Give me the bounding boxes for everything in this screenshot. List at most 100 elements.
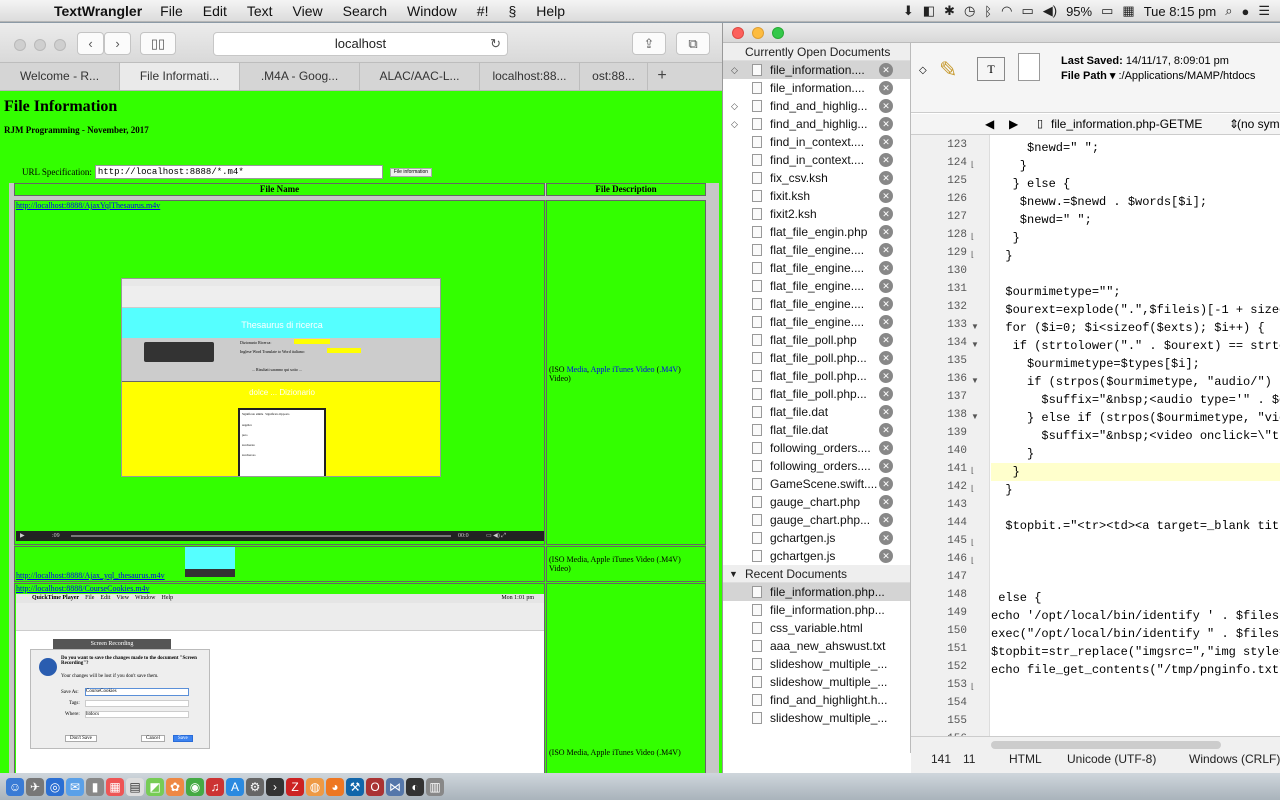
notes-icon[interactable]: ▤ xyxy=(126,777,144,796)
play-icon[interactable]: ▶ xyxy=(20,531,25,541)
menu-view[interactable]: View xyxy=(283,3,333,19)
reload-icon[interactable]: ↻ xyxy=(490,33,501,55)
maps-icon[interactable]: ◩ xyxy=(146,777,164,796)
open-document-item[interactable]: gauge_chart.php ✕ xyxy=(723,493,910,511)
open-document-item[interactable]: ◇ find_and_highlig... ✕ xyxy=(723,97,910,115)
tw-zoom-button[interactable] xyxy=(772,27,784,39)
desc-link-video[interactable]: Video xyxy=(635,365,654,374)
close-document-icon[interactable]: ✕ xyxy=(879,153,893,167)
code-line[interactable]: for ($i=0; $i<sizeof($exts); $i++) { xyxy=(991,319,1264,337)
photos-icon[interactable]: ✿ xyxy=(166,777,184,796)
video-controls-1[interactable]: ▶ :09 00:0 ▭ ◀) ⤢ xyxy=(16,531,544,541)
code-line[interactable]: } xyxy=(991,481,1012,499)
open-document-item[interactable]: flat_file_engine.... ✕ xyxy=(723,241,910,259)
open-document-item[interactable]: ◇ find_and_highlig... ✕ xyxy=(723,115,910,133)
status-column[interactable]: 11 xyxy=(963,752,975,766)
itunes-icon[interactable]: ♫ xyxy=(206,777,224,796)
system-preferences-icon[interactable]: ⚙ xyxy=(246,777,264,796)
text-options-icon[interactable]: T xyxy=(977,57,1005,81)
fold-toggle-icon[interactable]: ▼ xyxy=(971,340,979,349)
recent-documents-header[interactable]: ▼ Recent Documents xyxy=(723,565,910,583)
open-document-item[interactable]: flat_file_engine.... ✕ xyxy=(723,277,910,295)
code-line[interactable]: exec("/opt/local/bin/identify " . $files… xyxy=(991,625,1280,643)
zoom-window-button[interactable] xyxy=(54,39,66,51)
tab-alac[interactable]: ALAC/AAC-L... xyxy=(360,63,480,90)
open-documents-header[interactable]: Currently Open Documents xyxy=(723,43,910,61)
battery-icon[interactable]: ▭ xyxy=(1101,3,1113,19)
firefox-icon[interactable]: ◕ xyxy=(326,777,344,796)
open-document-item[interactable]: following_orders.... ✕ xyxy=(723,457,910,475)
wifi-icon[interactable]: ◠ xyxy=(1001,3,1012,19)
desc-link-itunes[interactable]: iTunes xyxy=(612,365,634,374)
recent-document-item[interactable]: find_and_highlight.h... xyxy=(723,691,910,709)
video-thumbnail-thesaurus[interactable]: Thesaurus di ricerca Dizionario Ricerca:… xyxy=(121,278,441,477)
code-line[interactable]: $ourext=explode(".",$fileis)[-1 + sizeof xyxy=(991,301,1280,319)
close-document-icon[interactable]: ✕ xyxy=(879,135,893,149)
close-document-icon[interactable]: ✕ xyxy=(879,423,893,437)
disclosure-triangle-icon[interactable]: ▼ xyxy=(729,565,738,583)
recent-document-item[interactable]: file_information.php... xyxy=(723,583,910,601)
tab-welcome[interactable]: Welcome - R... xyxy=(0,63,120,90)
volume-icon[interactable]: ◀) xyxy=(1043,3,1057,19)
code-line[interactable]: $neww.=$newd . $words[$i]; xyxy=(991,193,1207,211)
flag-icon[interactable]: ▦ xyxy=(1122,3,1134,19)
tab-localhost-2[interactable]: ost:88... xyxy=(580,63,648,90)
file-link[interactable]: http://localhost:8888/CourseCookies.m4v xyxy=(16,584,150,593)
desc-link-apple[interactable]: Apple xyxy=(591,365,611,374)
open-document-item[interactable]: flat_file_poll.php... ✕ xyxy=(723,385,910,403)
open-document-item[interactable]: gchartgen.js ✕ xyxy=(723,547,910,565)
menu-edit[interactable]: Edit xyxy=(193,3,237,19)
open-document-item[interactable]: fix_csv.ksh ✕ xyxy=(723,169,910,187)
app-store-icon[interactable]: A xyxy=(226,777,244,796)
chrome-icon[interactable]: ◍ xyxy=(306,777,324,796)
open-document-item[interactable]: gchartgen.js ✕ xyxy=(723,529,910,547)
menu-help[interactable]: Help xyxy=(526,3,575,19)
tab-localhost-1[interactable]: localhost:88... xyxy=(480,63,580,90)
menu-text[interactable]: Text xyxy=(237,3,283,19)
recent-document-item[interactable]: aaa_new_ahswust.txt xyxy=(723,637,910,655)
open-document-item[interactable]: flat_file.dat ✕ xyxy=(723,421,910,439)
open-document-item[interactable]: flat_file_poll.php... ✕ xyxy=(723,367,910,385)
fold-toggle-icon[interactable]: ▼ xyxy=(971,322,979,331)
close-document-icon[interactable]: ✕ xyxy=(879,81,893,95)
disclosure-diamond-icon[interactable]: ◇ xyxy=(919,65,927,76)
close-document-icon[interactable]: ✕ xyxy=(879,441,893,455)
menu-scripts-icon[interactable]: § xyxy=(498,3,526,19)
fold-toggle-icon[interactable]: ⌊ xyxy=(971,232,974,241)
close-document-icon[interactable]: ✕ xyxy=(879,225,893,239)
tab-m4a-google[interactable]: .M4A - Goog... xyxy=(240,63,360,90)
open-document-item[interactable]: following_orders.... ✕ xyxy=(723,439,910,457)
menu-search[interactable]: Search xyxy=(333,3,397,19)
fold-toggle-icon[interactable]: ▼ xyxy=(971,412,979,421)
back-icon[interactable]: ‹ xyxy=(77,32,104,55)
menu-window[interactable]: Window xyxy=(397,3,467,19)
fold-toggle-icon[interactable]: ⌊ xyxy=(971,484,974,493)
menu-shebang[interactable]: #! xyxy=(467,3,499,19)
code-line[interactable]: if (strpos($ourmimetype, "audio/") != xyxy=(991,373,1280,391)
close-document-icon[interactable]: ✕ xyxy=(879,351,893,365)
open-document-item[interactable]: flat_file_engine.... ✕ xyxy=(723,259,910,277)
status-encoding[interactable]: Unicode (UTF-8) xyxy=(1067,752,1156,766)
open-document-item[interactable]: find_in_context.... ✕ xyxy=(723,151,910,169)
tab-file-information[interactable]: File Informati... xyxy=(120,63,240,90)
close-document-icon[interactable]: ✕ xyxy=(879,315,893,329)
fold-toggle-icon[interactable]: ⌊ xyxy=(971,160,974,169)
open-document-item[interactable]: fixit.ksh ✕ xyxy=(723,187,910,205)
code-line[interactable]: } else { xyxy=(991,175,1071,193)
code-line[interactable]: $newd=" "; xyxy=(991,211,1092,229)
next-arrow-icon[interactable]: ▶ xyxy=(1009,114,1018,134)
file-path-label[interactable]: File Path ▾ xyxy=(1061,70,1115,82)
close-document-icon[interactable]: ✕ xyxy=(879,207,893,221)
open-document-item[interactable]: find_in_context.... ✕ xyxy=(723,133,910,151)
document-selector[interactable]: file_information.php-GETME xyxy=(1051,114,1202,134)
status-line-endings[interactable]: Windows (CRLF) xyxy=(1189,752,1280,766)
safari-icon[interactable]: ◎ xyxy=(46,777,64,796)
code-line[interactable]: } xyxy=(991,445,1034,463)
trash-icon[interactable]: ▥ xyxy=(426,777,444,796)
xcode-icon[interactable]: ⚒ xyxy=(346,777,364,796)
show-tabs-icon[interactable]: ⧉ xyxy=(676,32,710,55)
terminal-icon[interactable]: › xyxy=(266,777,284,796)
open-document-item[interactable]: flat_file_engin.php ✕ xyxy=(723,223,910,241)
fold-toggle-icon[interactable]: ⌊ xyxy=(971,556,974,565)
horizontal-scrollbar[interactable] xyxy=(991,741,1221,749)
